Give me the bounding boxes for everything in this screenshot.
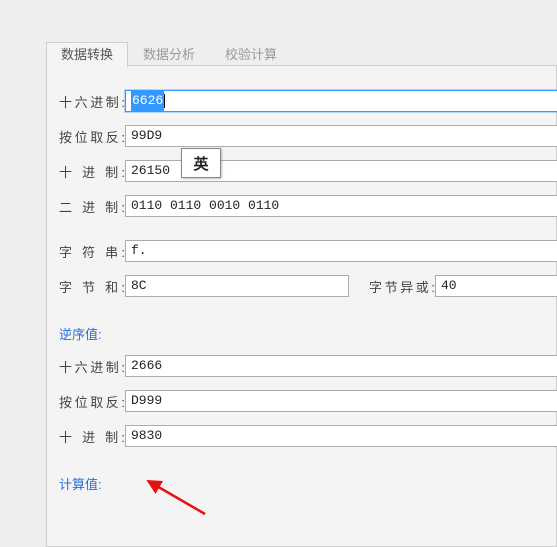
- tab-bar: 数据转换 数据分析 校验计算: [46, 42, 292, 67]
- row-rev-hex: 十六进制: 2666: [59, 353, 556, 379]
- input-rev-hex[interactable]: 2666: [125, 355, 557, 377]
- row-bytesum: 字 节 和: 8C 字节异或: 40: [59, 273, 556, 299]
- section-calc-title: 计算值:: [59, 474, 556, 493]
- row-rev-dec: 十 进 制: 9830: [59, 423, 556, 449]
- label-rev-hex: 十六进制:: [59, 357, 125, 376]
- tab-data-convert[interactable]: 数据转换: [46, 42, 128, 67]
- label-dec: 十 进 制:: [59, 162, 125, 181]
- form-content: 十六进制: 6626 按位取反: 99D9 十 进 制: 26150 二 进 制…: [59, 88, 556, 546]
- label-bin: 二 进 制:: [59, 197, 125, 216]
- label-bytesum: 字 节 和:: [59, 277, 125, 296]
- tab-data-analysis[interactable]: 数据分析: [128, 42, 210, 67]
- input-bitinvert[interactable]: 99D9: [125, 125, 557, 147]
- input-rev-bitinvert[interactable]: D999: [125, 390, 557, 412]
- input-hex-selection: 6626: [131, 91, 164, 111]
- ime-indicator: 英: [181, 148, 221, 178]
- label-bytexor: 字节异或:: [369, 277, 435, 296]
- window-stage: 数据转换 数据分析 校验计算 十六进制: 6626 按位取反: 99D9 十 进…: [0, 0, 557, 547]
- ime-indicator-text: 英: [193, 153, 208, 174]
- row-bitinvert: 按位取反: 99D9: [59, 123, 556, 149]
- row-str: 字 符 串: f.: [59, 238, 556, 264]
- label-rev-dec: 十 进 制:: [59, 427, 125, 446]
- input-str[interactable]: f.: [125, 240, 557, 262]
- input-bytesum[interactable]: 8C: [125, 275, 349, 297]
- tab-panel: 十六进制: 6626 按位取反: 99D9 十 进 制: 26150 二 进 制…: [46, 65, 557, 547]
- input-hex[interactable]: 6626: [125, 90, 557, 112]
- row-hex: 十六进制: 6626: [59, 88, 556, 114]
- tab-check-calc[interactable]: 校验计算: [210, 42, 292, 67]
- input-rev-dec[interactable]: 9830: [125, 425, 557, 447]
- input-bytexor[interactable]: 40: [435, 275, 557, 297]
- row-dec: 十 进 制: 26150: [59, 158, 556, 184]
- label-str: 字 符 串:: [59, 242, 125, 261]
- label-hex: 十六进制:: [59, 92, 125, 111]
- input-bin[interactable]: 0110 0110 0010 0110: [125, 195, 557, 217]
- row-bin: 二 进 制: 0110 0110 0010 0110: [59, 193, 556, 219]
- section-reverse-title: 逆序值:: [59, 324, 556, 343]
- label-rev-bitinvert: 按位取反:: [59, 392, 125, 411]
- label-bitinvert: 按位取反:: [59, 127, 125, 146]
- row-rev-bitinvert: 按位取反: D999: [59, 388, 556, 414]
- text-caret: [164, 94, 165, 108]
